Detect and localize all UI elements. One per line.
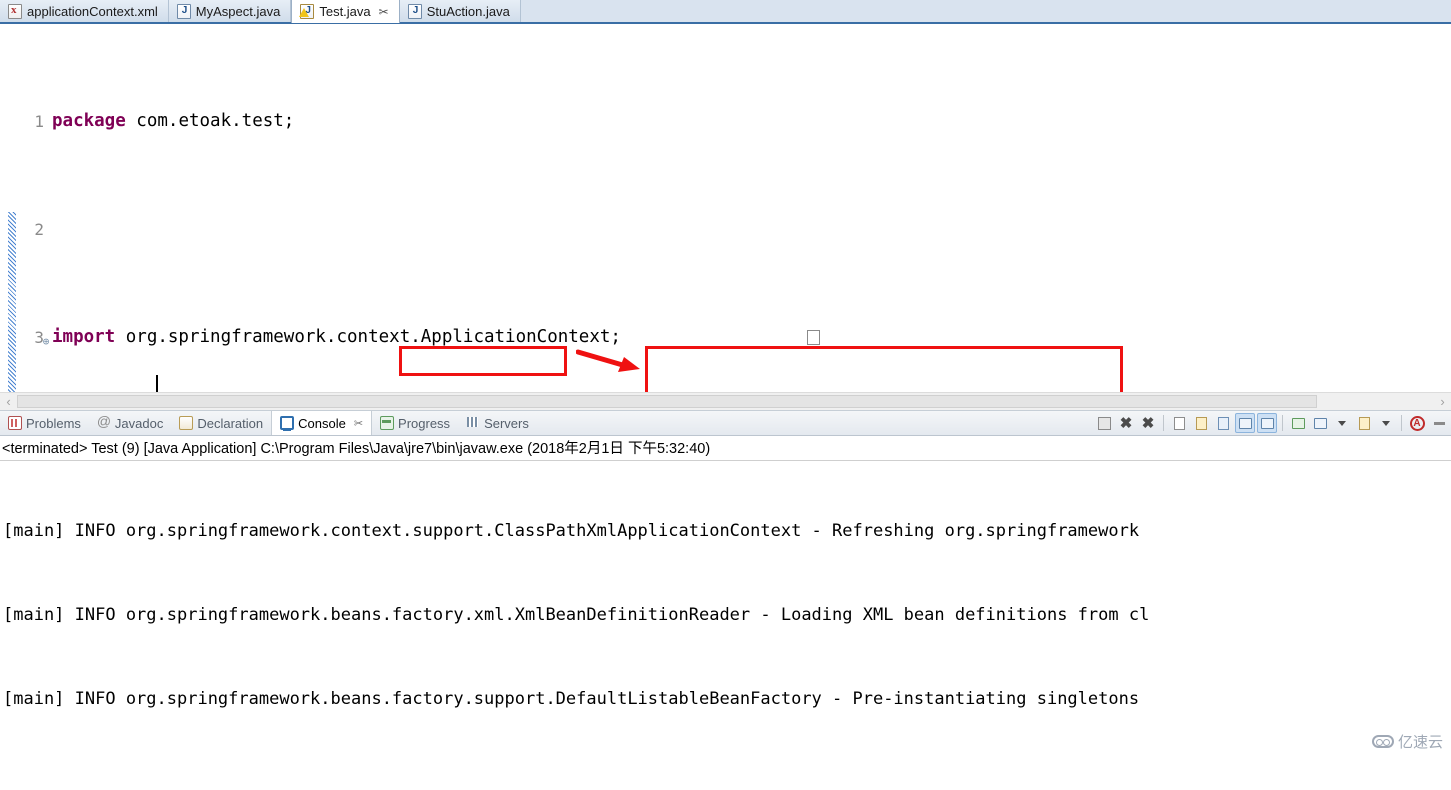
show-console-on-output-button[interactable] [1235,413,1255,433]
package-name: com.etoak.test; [125,111,295,131]
editor-tab-label: Test.java [319,4,371,19]
fold-expand-icon[interactable]: ⊕ [40,328,52,355]
console-icon [280,416,295,431]
text-caret [156,375,158,392]
editor-tab-myaspect-java[interactable]: MyAspect.java [168,0,292,23]
minimize-button[interactable] [1429,413,1449,433]
problems-icon [8,416,22,430]
declaration-icon [179,416,194,430]
line-number: 2 [34,220,44,239]
code-line-text: import org.springframework.context.Appli… [52,324,621,351]
servers-icon [466,416,480,430]
progress-icon [380,416,395,430]
keyword-package: package [52,111,126,131]
annotation-note-box: 只执行了表达式指定的类的指定方法不带参数 可根据表达式限定 [645,346,1123,392]
remove-all-launches-button[interactable]: ✖ [1138,413,1158,433]
xml-file-icon [8,4,22,19]
toolbar-separator [1282,415,1283,431]
code-editor[interactable]: 1 package com.etoak.test; 2 3 ⊕ import o… [0,24,1451,392]
code-line-text: package com.etoak.test; [52,108,294,135]
java-file-warning-icon [299,4,315,19]
editor-tab-test-java[interactable]: Test.java ✂ [291,0,400,23]
console-view[interactable]: <terminated> Test (9) [Java Application]… [0,436,1451,756]
console-output[interactable]: [main] INFO org.springframework.context.… [0,461,1451,756]
code-line: 2 [0,216,1451,243]
close-icon[interactable]: ✂ [379,6,389,18]
editor-tab-label: applicationContext.xml [27,4,158,19]
tab-label: Problems [26,415,81,431]
collapsed-imports-box[interactable] [807,330,820,345]
toolbar-separator [1401,415,1402,431]
display-selected-console-button[interactable] [1310,413,1330,433]
eclipse-ide-window: applicationContext.xml MyAspect.java Tes… [0,0,1451,790]
tab-label: Declaration [197,415,264,431]
editor-tab-label: MyAspect.java [195,4,281,19]
site-watermark: 亿速云 [1371,731,1443,752]
code-line: 1 package com.etoak.test; [0,108,1451,135]
line-number: 1 [34,112,44,131]
tab-label: Servers [484,415,529,431]
console-status-line: <terminated> Test (9) [Java Application]… [0,436,1451,461]
open-console-button[interactable] [1354,413,1374,433]
java-file-icon [407,4,422,19]
show-console-on-error-button[interactable] [1257,413,1277,433]
pin-console-button[interactable] [1288,413,1308,433]
source-code[interactable]: 1 package com.etoak.test; 2 3 ⊕ import o… [0,24,1451,392]
tab-servers[interactable]: Servers [458,411,537,435]
tab-label: Console [298,415,346,431]
scroll-left-icon[interactable]: ‹ [0,395,17,408]
console-output-line: [main] INFO org.springframework.beans.fa… [3,689,1140,709]
view-tab-bar: Problems Javadoc Declaration Console ✂ P… [0,410,1451,436]
tab-javadoc[interactable]: Javadoc [89,411,171,435]
tab-label: Javadoc [114,415,164,431]
clear-console-button[interactable] [1169,413,1189,433]
ant-button[interactable]: A [1407,413,1427,433]
cloud-icon [1371,735,1394,748]
tab-label: Progress [398,415,451,431]
toolbar-separator [1163,415,1164,431]
editor-horizontal-scrollbar[interactable]: ‹ › [0,392,1451,410]
open-console-dropdown[interactable] [1376,413,1396,433]
remove-launch-button[interactable]: ✖ [1116,413,1136,433]
java-file-icon [176,4,191,19]
console-output-line: [main] INFO org.springframework.context.… [3,521,1140,541]
terminate-button[interactable] [1094,413,1114,433]
scroll-lock-button[interactable] [1191,413,1211,433]
tab-console[interactable]: Console ✂ [271,411,373,435]
line-number: 3 [34,328,44,347]
console-toolbar: ✖ ✖ A [1094,411,1449,435]
tab-problems[interactable]: Problems [0,411,89,435]
scrollbar-thumb[interactable] [17,395,1317,408]
import-name: org.springframework.context.ApplicationC… [115,327,621,347]
tab-declaration[interactable]: Declaration [171,411,271,435]
scroll-right-icon[interactable]: › [1434,395,1451,408]
tab-progress[interactable]: Progress [372,411,458,435]
editor-tab-applicationcontext-xml[interactable]: applicationContext.xml [0,0,169,23]
javadoc-icon [97,413,111,430]
close-icon[interactable]: ✂ [354,417,363,430]
editor-tab-bar: applicationContext.xml MyAspect.java Tes… [0,0,1451,24]
word-wrap-button[interactable] [1213,413,1233,433]
editor-tab-stuaction-java[interactable]: StuAction.java [399,0,521,23]
console-output-line: [main] INFO org.springframework.beans.fa… [3,605,1150,625]
display-console-dropdown[interactable] [1332,413,1352,433]
editor-tab-label: StuAction.java [426,4,510,19]
watermark-text: 亿速云 [1397,733,1443,751]
keyword-import: import [52,327,116,347]
